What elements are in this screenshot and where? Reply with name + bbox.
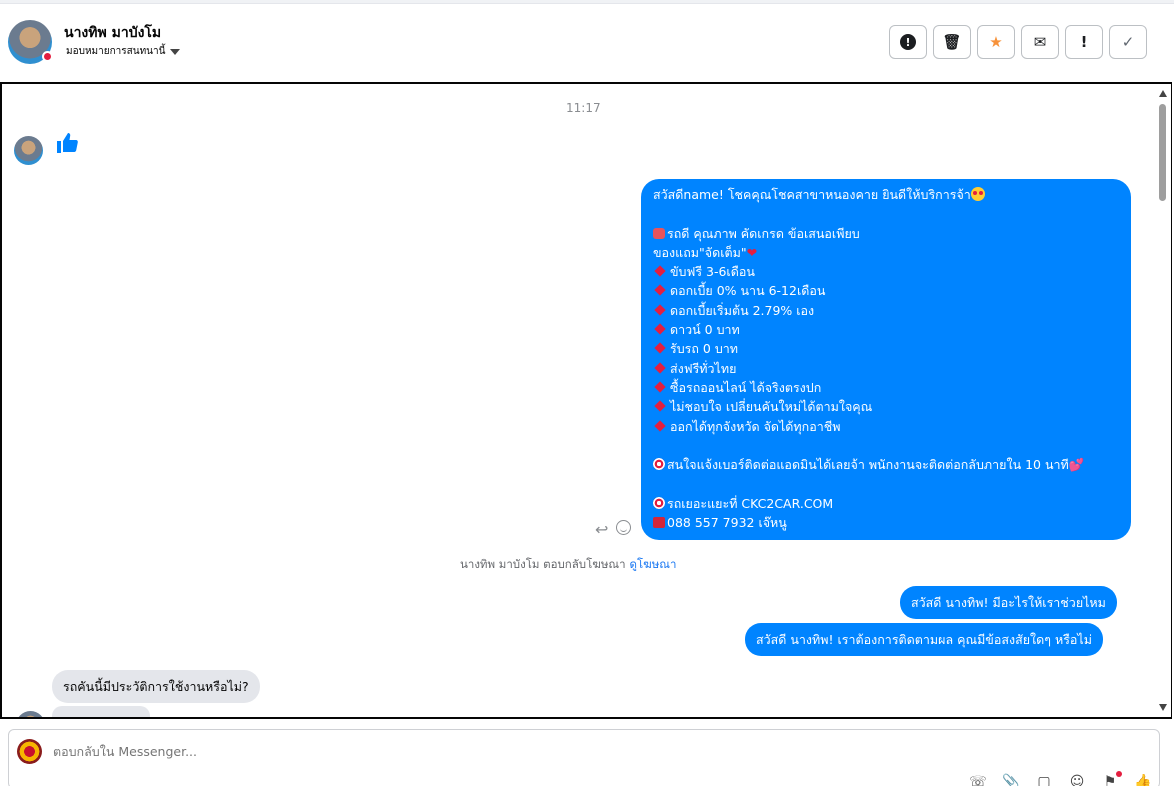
diamond-bullet-icon xyxy=(654,304,666,316)
header-actions: ! 🗑 ★ ✉ ! ✓ xyxy=(889,25,1147,59)
incoming-message-partial[interactable] xyxy=(52,706,150,717)
star-icon: ★ xyxy=(989,33,1003,51)
diamond-bullet-icon xyxy=(654,400,666,412)
conversation-header: นางทิพ มาบังโม มอบหมายการสนทนานี้ ! 🗑 ★ … xyxy=(0,4,1170,82)
caret-down-icon xyxy=(170,48,181,55)
scroll-up-icon[interactable] xyxy=(1159,90,1167,97)
promo-item: ดอกเบี้ย 0% นาน 6-12เดือน xyxy=(670,283,826,299)
message-line: ของแถม"จัดเต็ม" xyxy=(653,244,747,260)
assign-label: มอบหมายการสนทนานี้ xyxy=(66,46,166,57)
promo-item: รับรถ 0 บาท xyxy=(670,341,739,357)
delete-button[interactable]: 🗑 xyxy=(933,25,971,59)
page-avatar xyxy=(17,739,42,764)
contact-avatar[interactable] xyxy=(8,20,53,64)
promo-item: ขับฟรี 3-6เดือน xyxy=(670,264,755,280)
message-line: สนใจแจ้งเบอร์ติดต่อแอดมินได้เลยจ้า พนักง… xyxy=(667,457,1069,473)
outgoing-message[interactable]: สวัสดี นางทิพ! มีอะไรให้เราช่วยไหม xyxy=(900,586,1117,619)
check-icon: ✓ xyxy=(1121,33,1135,51)
mark-unread-button[interactable]: ✉ xyxy=(1021,25,1059,59)
reply-icon[interactable]: ↩ xyxy=(595,520,608,539)
mark-done-button[interactable]: ✓ xyxy=(1109,25,1147,59)
reply-composer: ☏ 📎 ▢ ☺ ⚑ 👍 xyxy=(8,729,1160,786)
target-emoji-icon xyxy=(653,496,665,509)
trash-icon: 🗑 xyxy=(942,33,962,51)
thumbs-up-icon[interactable] xyxy=(55,131,79,155)
promo-item: ดาวน์ 0 บาท xyxy=(670,322,740,338)
message-line: รถเยอะแยะที่ CKC2CAR.COM xyxy=(667,495,834,511)
exclamation-icon: ! xyxy=(1080,33,1088,51)
assign-conversation-dropdown[interactable]: มอบหมายการสนทนานี้ xyxy=(66,44,181,59)
target-emoji-icon xyxy=(653,458,665,471)
diamond-bullet-icon xyxy=(654,323,666,335)
notification-dot xyxy=(1116,771,1122,777)
phone-emoji-icon xyxy=(653,517,665,529)
promo-item: ออกได้ทุกจังหวัด จัดได้ทุกอาชีพ xyxy=(670,418,841,434)
outgoing-message-promo[interactable]: สวัสดีname! โชคคุณโชคสาขาหนองคาย ยินดีให… xyxy=(641,179,1131,540)
promo-item: ไม่ชอบใจ เปลี่ยนคันใหม่ได้ตามใจคุณ xyxy=(670,399,873,415)
diamond-bullet-icon xyxy=(654,342,666,355)
promo-item: ซื้อรถออนไลน์ ได้จริงตรงปก xyxy=(670,379,822,395)
diamond-bullet-icon xyxy=(654,381,666,393)
reply-input[interactable] xyxy=(53,744,453,759)
message-timestamp: 11:17 xyxy=(566,101,601,115)
status-dot xyxy=(42,51,53,62)
mail-icon: ✉ xyxy=(1033,33,1047,51)
message-line: รถดี คุณภาพ คัดเกรด ข้อเสนอเพียบ xyxy=(667,225,860,241)
car-emoji-icon xyxy=(653,227,665,239)
incoming-message[interactable]: รถคันนี้มีประวัติการใช้งานหรือไม่? xyxy=(52,670,260,703)
promo-item: ส่งฟรีทั่วไทย xyxy=(670,360,737,376)
promo-item: ดอกเบี้ยเริ่มต้น 2.79% เอง xyxy=(670,302,815,318)
tag-icon[interactable]: ⚑ xyxy=(1101,771,1122,786)
message-thread[interactable]: 11:17 สวัสดีname! โชคคุณโชคสาขาหนองคาย ย… xyxy=(0,82,1172,719)
saved-replies-icon[interactable]: ▢ xyxy=(1035,774,1053,786)
diamond-bullet-icon xyxy=(654,284,666,297)
sender-avatar xyxy=(14,136,43,165)
heart-emoji-icon: 💕 xyxy=(1068,457,1085,473)
outgoing-message[interactable]: สวัสดี นางทิพ! เราต้องการติดตามผล คุณมีข… xyxy=(745,623,1103,656)
report-icon: ! xyxy=(900,34,916,50)
scroll-down-icon[interactable] xyxy=(1159,704,1167,711)
heart-emoji-icon: ❤ xyxy=(746,244,758,260)
ad-reply-notice: นางทิพ มาบังโม ตอบกลับโฆษณา ดูโฆษณา xyxy=(460,556,676,574)
react-emoji-icon[interactable] xyxy=(616,520,631,535)
sender-avatar xyxy=(16,711,45,717)
spam-button[interactable]: ! xyxy=(1065,25,1103,59)
diamond-bullet-icon xyxy=(654,362,666,374)
scrollbar-thumb[interactable] xyxy=(1159,104,1166,201)
like-icon[interactable]: 👍 xyxy=(1134,774,1152,786)
composer-toolbar: ☏ 📎 ▢ ☺ ⚑ 👍 xyxy=(969,771,1152,786)
diamond-bullet-icon xyxy=(654,265,666,277)
add-contact-icon[interactable]: ☏ xyxy=(969,774,987,786)
contact-name[interactable]: นางทิพ มาบังโม xyxy=(64,22,161,44)
view-ad-link[interactable]: ดูโฆษณา xyxy=(630,557,677,571)
star-button[interactable]: ★ xyxy=(977,25,1015,59)
emoji-icon[interactable]: ☺ xyxy=(1068,774,1086,786)
attachment-icon[interactable]: 📎 xyxy=(1002,774,1020,786)
message-line: 088 557 7932 เจ๊หนู xyxy=(667,515,787,531)
report-button[interactable]: ! xyxy=(889,25,927,59)
ad-reply-text: นางทิพ มาบังโม ตอบกลับโฆษณา xyxy=(460,557,626,571)
message-line: สวัสดีname! โชคคุณโชคสาขาหนองคาย ยินดีให… xyxy=(653,187,971,202)
heart-eyes-emoji-icon xyxy=(970,187,985,201)
diamond-bullet-icon xyxy=(654,419,666,432)
